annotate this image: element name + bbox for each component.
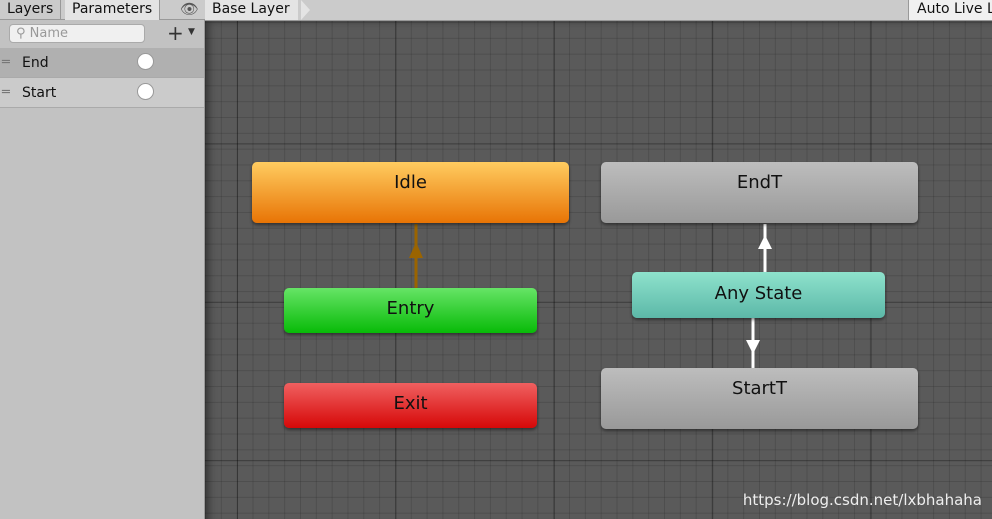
state-node-entry[interactable]: Entry — [284, 288, 537, 333]
transitions — [409, 224, 772, 368]
node-label: StartT — [732, 378, 787, 399]
transition-entry-idle[interactable] — [409, 224, 423, 288]
state-node-exit[interactable]: Exit — [284, 383, 537, 428]
watermark: https://blog.csdn.net/lxbhahaha — [742, 491, 982, 509]
transition-anystate-startt[interactable] — [746, 318, 760, 368]
transition-anystate-endt[interactable] — [758, 224, 772, 272]
node-label: Exit — [393, 393, 428, 414]
state-node-startt[interactable]: StartT — [601, 368, 918, 429]
node-label: Any State — [714, 283, 803, 304]
node-label: Idle — [394, 172, 427, 193]
node-label: EndT — [736, 172, 783, 193]
node-label: Entry — [386, 298, 435, 319]
state-node-endt[interactable]: EndT — [601, 162, 918, 223]
state-node-idle[interactable]: Idle — [252, 162, 569, 223]
state-node-any-state[interactable]: Any State — [632, 272, 885, 318]
